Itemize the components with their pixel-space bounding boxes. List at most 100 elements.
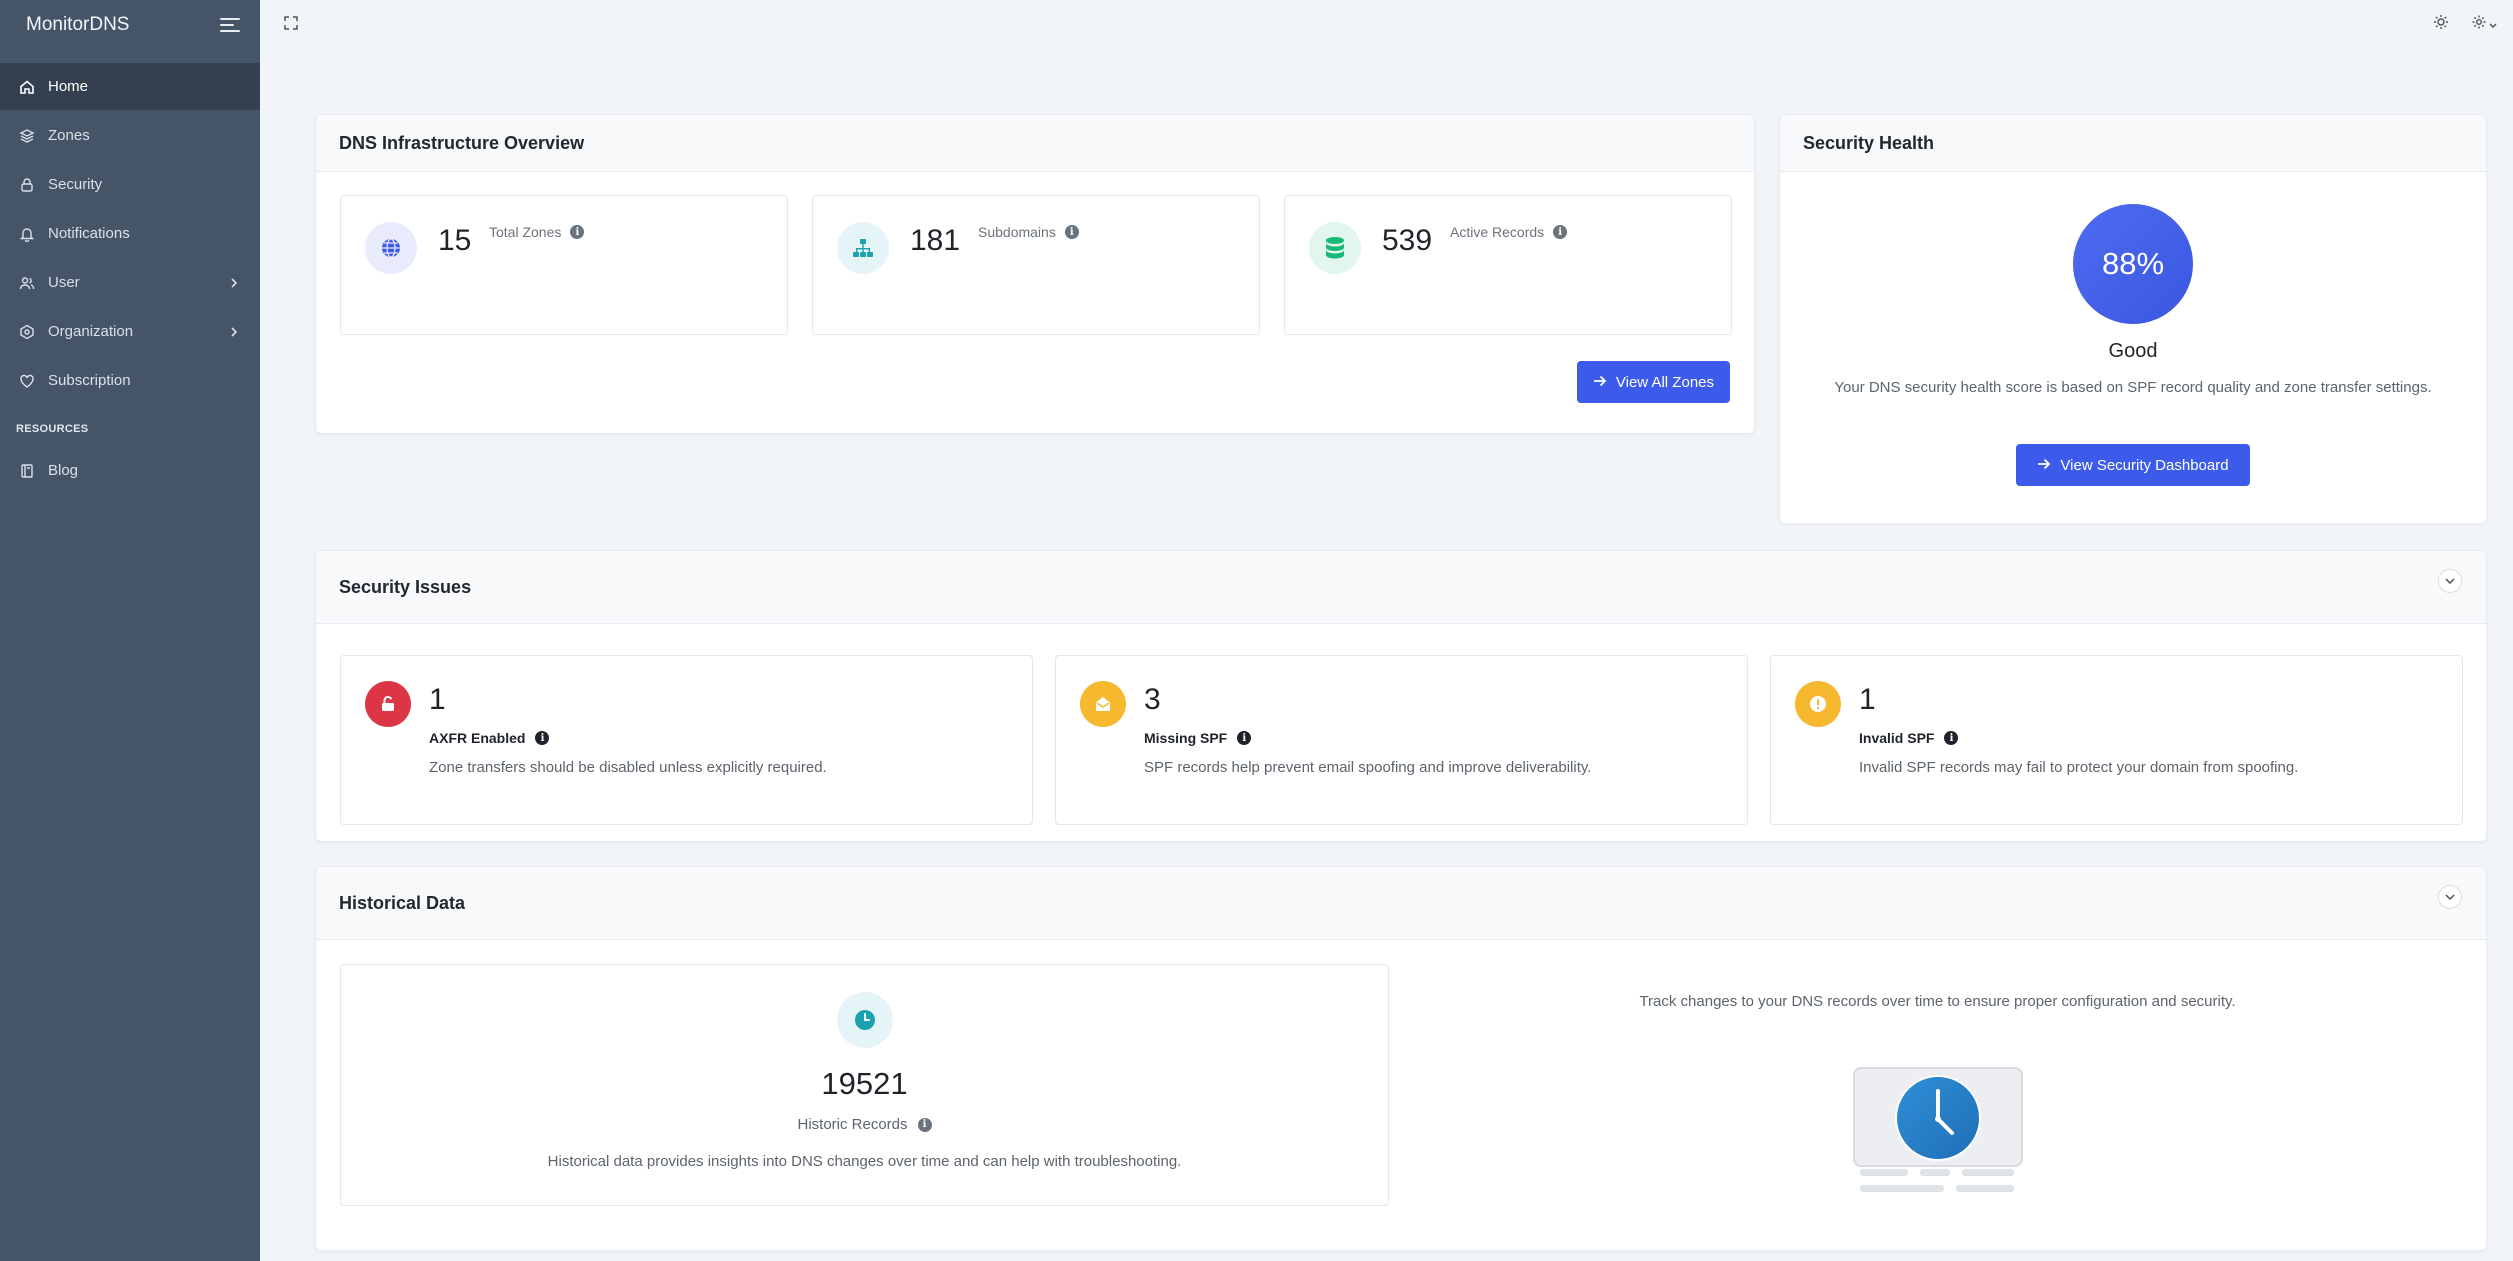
unlock-icon [365,681,411,727]
info-icon[interactable]: i [1237,731,1252,745]
sidebar-item-organization[interactable]: Organization [0,308,260,355]
invalid-spf-label-row: Invalid SPF i [1859,730,1959,746]
health-description: Your DNS security health score is based … [1834,379,2432,396]
missing-spf-value: 3 [1144,683,1161,716]
historic-records-label-row: Historic Records i [341,1116,1388,1133]
resources-nav: Blog [0,447,260,494]
history-illustration [1853,1067,2023,1167]
historic-records-value: 19521 [821,1066,908,1101]
stat-active-records: 539 Active Records i [1284,195,1732,335]
sidebar-nav: Home Zones Security Notifications User O… [0,63,260,404]
health-score-value: 88% [2101,246,2165,281]
sidebar-item-blog[interactable]: Blog [0,447,260,494]
illustration-clock-icon [1895,1075,1981,1161]
health-score-circle: 88% [2073,204,2193,324]
sidebar-item-label: Blog [48,462,79,479]
collapse-historical-data-button[interactable] [2438,885,2462,909]
security-issues-card: Security Issues 1 AXFR Enabled i Zone tr… [315,550,2487,842]
clock-icon [837,992,893,1048]
missing-spf-description: SPF records help prevent email spoofing … [1144,759,1592,776]
book-icon [18,462,35,479]
subdomains-value: 181 [910,224,961,257]
view-security-dashboard-button[interactable]: View Security Dashboard [2016,444,2250,486]
sidebar-item-label: Zones [48,127,90,144]
settings-menu[interactable] [2471,14,2497,35]
topbar [260,0,2513,50]
collapse-security-issues-button[interactable] [2438,569,2462,593]
security-health-header: Security Health [1780,115,2486,172]
historical-data-title: Historical Data [339,892,466,913]
overview-card-header: DNS Infrastructure Overview [316,115,1754,172]
missing-spf-label-row: Missing SPF i [1144,730,1252,746]
sidebar-item-home[interactable]: Home [0,63,260,110]
issue-missing-spf: 3 Missing SPF i SPF records help prevent… [1055,655,1748,825]
illustration-bar [1860,1185,1944,1192]
total-zones-label-row: Total Zones i [489,224,585,240]
issue-axfr-enabled: 1 AXFR Enabled i Zone transfers should b… [340,655,1033,825]
view-security-dashboard-label: View Security Dashboard [2060,456,2229,474]
sidebar-item-user[interactable]: User [0,259,260,306]
total-zones-label: Total Zones [489,224,562,240]
menu-toggle-icon[interactable] [220,17,240,33]
sidebar-item-label: Notifications [48,225,130,242]
subdomains-label: Subdomains [978,224,1056,240]
sidebar-section-resources: RESOURCES [16,423,89,435]
sidebar-item-label: User [48,274,80,291]
active-records-label-row: Active Records i [1450,224,1568,240]
gear-icon [2471,14,2487,35]
lock-icon [18,176,35,193]
info-icon[interactable]: i [570,225,585,239]
illustration-bar [1860,1169,1908,1176]
info-icon[interactable]: i [917,1117,932,1132]
view-all-zones-button[interactable]: View All Zones [1576,361,1730,403]
sidebar-item-zones[interactable]: Zones [0,112,260,159]
invalid-spf-description: Invalid SPF records may fail to protect … [1859,759,2299,776]
bell-icon [18,225,35,242]
sidebar-item-subscription[interactable]: Subscription [0,357,260,404]
database-icon [1309,222,1361,274]
heart-icon [18,372,35,389]
info-icon[interactable]: i [535,731,550,745]
axfr-value: 1 [429,683,446,716]
sidebar-item-security[interactable]: Security [0,161,260,208]
historical-data-card: Historical Data 19521 Historic Records i… [315,866,2487,1251]
overview-card: DNS Infrastructure Overview 15 Total Zon… [315,114,1755,434]
security-health-title: Security Health [1803,132,1935,153]
home-icon [18,78,35,95]
fullscreen-icon[interactable] [284,16,298,35]
historic-records-panel: 19521 Historic Records i Historical data… [340,964,1389,1206]
arrow-right-icon [2037,457,2051,474]
sidebar-item-label: Home [48,78,89,95]
sidebar-item-label: Security [48,176,103,193]
security-issues-header: Security Issues [316,551,2486,624]
illustration-bar [1962,1169,2014,1176]
illustration-bar [1956,1185,2014,1192]
sidebar-item-label: Organization [48,323,134,340]
sitemap-icon [837,222,889,274]
brand-name[interactable]: MonitorDNS [26,14,129,36]
historic-records-description: Historical data provides insights into D… [547,1153,1182,1170]
sidebar: MonitorDNS Home Zones Security Notificat… [0,0,260,1261]
total-zones-value: 15 [438,224,472,257]
users-icon [18,274,35,291]
sidebar-item-notifications[interactable]: Notifications [0,210,260,257]
history-side-text: Track changes to your DNS records over t… [1639,993,2236,1010]
subdomains-label-row: Subdomains i [978,224,1079,240]
info-icon[interactable]: i [1064,225,1079,239]
stat-subdomains: 181 Subdomains i [812,195,1260,335]
axfr-label: AXFR Enabled [429,730,526,746]
theme-toggle-icon[interactable] [2433,14,2449,35]
info-icon[interactable]: i [1553,225,1568,239]
arrow-right-icon [1593,374,1607,391]
active-records-label: Active Records [1450,224,1545,240]
invalid-spf-label: Invalid SPF [1859,730,1935,746]
health-status: Good [2108,340,2158,362]
active-records-value: 539 [1382,224,1433,257]
issue-invalid-spf: 1 Invalid SPF i Invalid SPF records may … [1770,655,2463,825]
historical-data-header: Historical Data [316,867,2486,940]
globe-icon [365,222,417,274]
security-issues-title: Security Issues [339,576,472,597]
info-icon[interactable]: i [1944,731,1959,745]
chevron-down-icon [2489,16,2497,34]
axfr-label-row: AXFR Enabled i [429,730,550,746]
